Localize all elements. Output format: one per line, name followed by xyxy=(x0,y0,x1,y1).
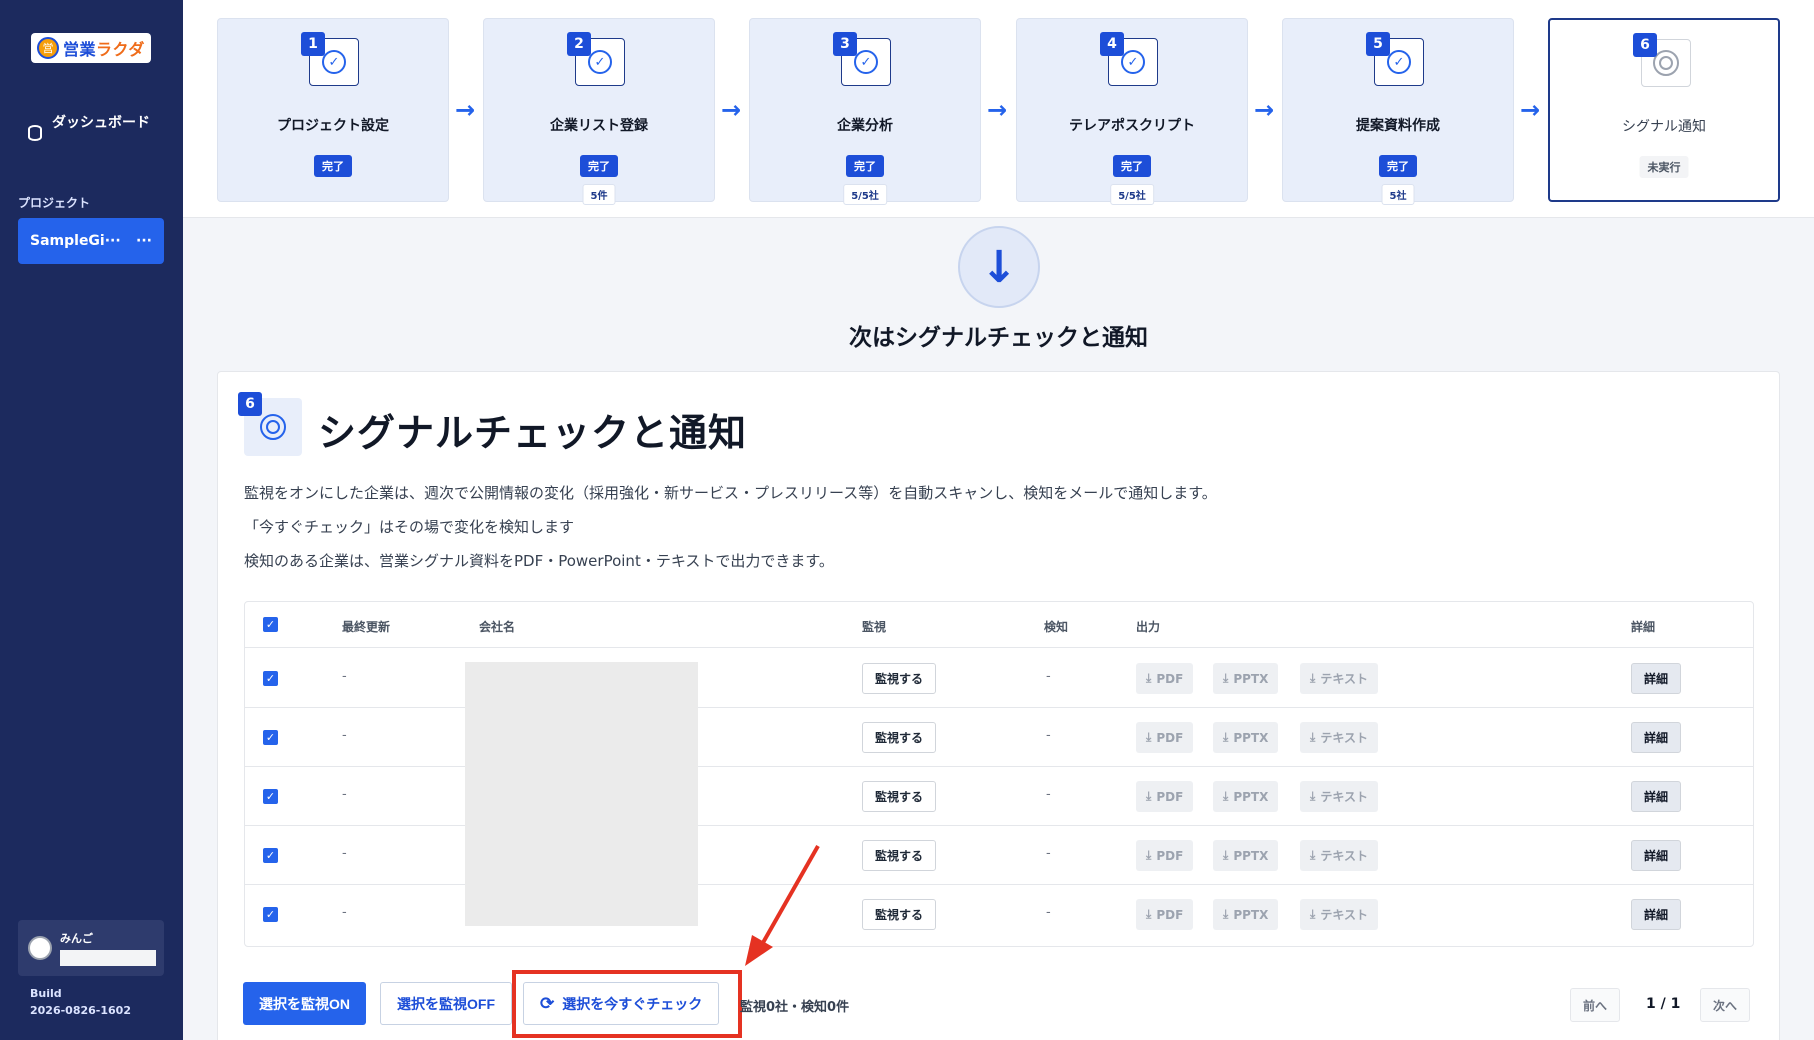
annotation-arrow-icon xyxy=(745,845,820,966)
